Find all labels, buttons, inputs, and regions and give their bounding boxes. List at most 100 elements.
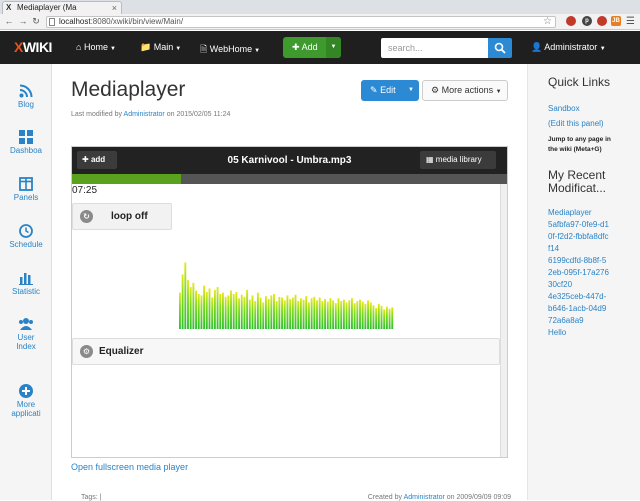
chevron-down-icon: ▼ xyxy=(495,89,502,95)
spectrum-bar xyxy=(367,300,370,329)
more-actions-button[interactable]: ⚙ More actions ▼ xyxy=(422,80,508,101)
app-scheduler[interactable]: Schedule xyxy=(0,224,52,249)
spectrum-bar xyxy=(224,296,227,329)
spectrum-bar xyxy=(297,301,300,329)
spectrum-bar xyxy=(265,296,267,329)
chevron-down-icon: ▼ xyxy=(109,46,116,52)
last-modified: Last modified by Administrator on 2015/0… xyxy=(71,111,230,118)
media-library-button[interactable]: ▦ media library xyxy=(420,151,496,169)
modified-user-link[interactable]: Administrator xyxy=(124,111,165,118)
main-content: Mediaplayer Last modified by Administrat… xyxy=(53,64,526,501)
nav-home[interactable]: ⌂ Home ▼ xyxy=(76,42,116,52)
search-input[interactable]: search... xyxy=(381,38,488,58)
app-dashboard[interactable]: Dashboa xyxy=(0,130,52,155)
recent-item[interactable]: Mediaplayer xyxy=(548,207,610,219)
xwiki-favicon-icon: X xyxy=(6,3,12,12)
recent-item[interactable]: 5afbfa97-0fe9-d10f-f2d2-fbbfa8dfcf14 xyxy=(548,219,610,255)
extension-1-icon[interactable] xyxy=(566,16,576,26)
dashboard-icon xyxy=(19,130,33,144)
app-blog[interactable]: Blog xyxy=(0,84,52,109)
search-button[interactable] xyxy=(488,38,512,58)
nav-main[interactable]: 📁 Main ▼ xyxy=(140,42,181,53)
quick-link-edit-panel[interactable]: (Edit this panel) xyxy=(548,118,640,129)
spectrum-bar xyxy=(262,302,265,329)
spectrum-bar xyxy=(377,303,380,329)
rss-icon xyxy=(19,84,33,98)
xwiki-logo[interactable]: XWIKI xyxy=(14,39,52,55)
nav-webhome-label: WebHome xyxy=(209,44,253,54)
spectrum-bar xyxy=(275,301,278,329)
app-user-index[interactable]: User Index xyxy=(0,317,52,351)
app-statistics[interactable]: Statistic xyxy=(0,271,52,296)
browser-tabbar: X Mediaplayer (Ma × xyxy=(0,0,640,14)
tab-close-icon[interactable]: × xyxy=(112,2,117,14)
spectrum-bar xyxy=(326,301,329,329)
app-label: More xyxy=(16,400,36,409)
spectrum-bar xyxy=(256,292,259,329)
loop-icon: ↻ xyxy=(80,210,93,223)
add-button[interactable]: ✚ Add ▼ xyxy=(283,37,341,58)
spectrum-bar xyxy=(227,295,230,329)
users-icon xyxy=(19,318,33,330)
spectrum-bar xyxy=(254,301,257,329)
spectrum-bar xyxy=(270,295,273,329)
bookmark-star-icon[interactable]: ☆ xyxy=(543,16,552,27)
forward-icon[interactable]: → xyxy=(18,16,28,27)
browser-tab[interactable]: X Mediaplayer (Ma × xyxy=(2,1,122,14)
spectrum-bar xyxy=(329,298,332,329)
edit-label: Edit xyxy=(380,85,396,95)
extension-jb-icon[interactable]: JB xyxy=(611,16,621,26)
app-label: Panels xyxy=(13,193,39,202)
extension-2-icon[interactable]: p xyxy=(582,16,592,26)
loop-button[interactable]: ↻ loop off xyxy=(72,203,172,230)
recent-item[interactable]: 4e325ceb-447d-b646-1acb-04d972a6a8a9 xyxy=(548,291,610,327)
applications-bar: Blog Dashboa Panels Schedule Statistic U… xyxy=(0,64,52,500)
app-more-applications[interactable]: More applicati xyxy=(0,384,52,418)
quick-links-title: Quick Links xyxy=(548,75,611,89)
spectrum-bar xyxy=(332,300,335,329)
spectrum-bar xyxy=(316,300,318,329)
spectrum-bar xyxy=(318,297,321,329)
user-menu[interactable]: 👤 Administrator ▼ xyxy=(531,42,606,53)
reload-icon[interactable]: ↻ xyxy=(31,16,41,27)
fullscreen-player-link[interactable]: Open fullscreen media player xyxy=(71,462,188,472)
spectrum-bar xyxy=(334,303,337,329)
progress-bar[interactable] xyxy=(72,174,507,184)
spectrum-bar xyxy=(195,290,198,329)
app-panels[interactable]: Panels xyxy=(0,177,52,202)
browser-menu-icon[interactable]: ☰ xyxy=(626,16,635,27)
url-path: :8080/xwiki/bin/view/Main/ xyxy=(90,17,184,26)
spectrum-bar xyxy=(305,296,308,329)
address-bar: ← → ↻ localhost:8080/xwiki/bin/view/Main… xyxy=(0,14,640,30)
quick-link-sandbox[interactable]: Sandbox xyxy=(548,103,640,114)
spectrum-bar xyxy=(232,294,235,329)
recent-item[interactable]: 6199cdfd-8b8f-52eb-095f-17a27630cf20 xyxy=(548,255,610,291)
player-add-button[interactable]: ✚ add xyxy=(77,151,117,169)
grid-icon: ▦ xyxy=(426,155,434,164)
spectrum-bar xyxy=(369,302,372,329)
url-input[interactable]: localhost:8080/xwiki/bin/view/Main/ xyxy=(46,16,556,28)
nav-webhome[interactable]: 🗎 WebHome ▼ xyxy=(200,42,260,58)
chevron-down-icon: ▼ xyxy=(254,48,261,54)
url-host: localhost xyxy=(59,17,91,26)
recent-item[interactable]: Hello xyxy=(548,327,610,339)
logo-mark: X xyxy=(14,39,23,55)
equalizer-label: Equalizer xyxy=(99,346,144,357)
spectrum-bar xyxy=(230,290,232,329)
back-icon[interactable]: ← xyxy=(4,16,14,27)
player-scrollbar[interactable] xyxy=(500,184,507,457)
app-label-2: applicati xyxy=(11,409,41,418)
extension-3-icon[interactable] xyxy=(597,16,607,26)
pencil-icon: ✎ xyxy=(370,85,378,95)
spectrum-visualizer xyxy=(179,262,394,329)
spectrum-bar xyxy=(216,287,219,329)
right-panels: Quick Links Sandbox (Edit this panel) Ju… xyxy=(527,64,640,500)
spectrum-bar xyxy=(361,301,364,329)
app-label: Blog xyxy=(17,100,34,109)
add-dropdown-toggle[interactable]: ▼ xyxy=(326,37,341,58)
top-navbar: XWIKI ⌂ Home ▼ 📁 Main ▼ 🗎 WebHome ▼ ✚ Add ▼… xyxy=(0,31,640,64)
edit-button[interactable]: ✎ Edit ▼ xyxy=(361,80,419,101)
equalizer-panel[interactable]: ⚙ Equalizer xyxy=(72,338,500,365)
spectrum-bar xyxy=(197,294,200,329)
bar-chart-icon xyxy=(19,273,33,285)
